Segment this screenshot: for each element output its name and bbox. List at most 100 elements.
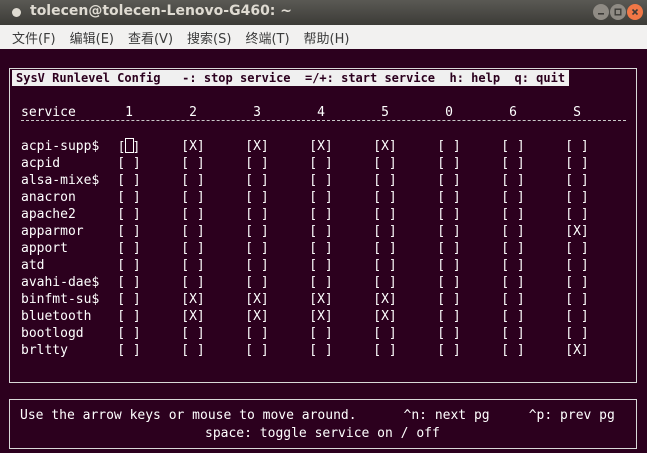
runlevel-toggle[interactable]: [ ] [373,155,397,172]
runlevel-toggle[interactable]: [ ] [437,240,461,257]
runlevel-toggle[interactable]: [ ] [181,257,205,274]
runlevel-toggle[interactable]: [ ] [245,172,269,189]
runlevel-toggle[interactable]: [ ] [501,189,525,206]
runlevel-toggle[interactable]: [ ] [437,274,461,291]
menu-help[interactable]: 帮助(H) [304,28,350,47]
runlevel-toggle[interactable]: [ ] [373,257,397,274]
runlevel-toggle[interactable]: [X] [245,291,269,308]
runlevel-toggle[interactable]: [ ] [373,189,397,206]
title-bar[interactable]: tolecen@tolecen-Lenovo-G460: ~ [0,0,647,25]
runlevel-toggle[interactable]: [ ] [181,240,205,257]
runlevel-toggle[interactable]: [ ] [245,325,269,342]
runlevel-toggle[interactable]: [ ] [501,240,525,257]
menu-view[interactable]: 查看(V) [128,28,173,47]
runlevel-toggle[interactable]: [ ] [117,325,141,342]
menu-edit[interactable]: 编辑(E) [70,28,114,47]
service-name[interactable]: anacron [21,189,76,206]
runlevel-toggle[interactable]: [ ] [117,172,141,189]
runlevel-toggle[interactable]: [ ] [437,291,461,308]
runlevel-toggle[interactable]: [ ] [501,155,525,172]
service-name[interactable]: avahi-dae$ [21,274,99,291]
runlevel-toggle[interactable]: [X] [245,308,269,325]
runlevel-toggle[interactable]: [ ] [309,257,333,274]
runlevel-toggle[interactable]: [ ] [245,206,269,223]
service-name[interactable]: apport [21,240,68,257]
service-name[interactable]: alsa-mixe$ [21,172,99,189]
runlevel-toggle[interactable]: [ ] [565,257,589,274]
runlevel-toggle[interactable]: [ ] [501,308,525,325]
close-button[interactable] [627,4,643,20]
runlevel-toggle[interactable]: [X] [373,138,397,155]
service-name[interactable]: brltty [21,342,68,359]
runlevel-toggle[interactable]: [ ] [117,274,141,291]
runlevel-toggle[interactable]: [ ] [309,172,333,189]
terminal-area[interactable]: SysV Runlevel Config -: stop service =/+… [0,49,647,453]
runlevel-toggle[interactable]: [ ] [117,206,141,223]
runlevel-toggle[interactable]: [ ] [181,206,205,223]
runlevel-toggle[interactable]: [ ] [181,223,205,240]
runlevel-toggle[interactable]: [ ] [437,172,461,189]
runlevel-toggle[interactable]: [ ] [181,189,205,206]
runlevel-toggle[interactable]: [ ] [373,325,397,342]
runlevel-toggle[interactable]: [ ] [245,257,269,274]
service-name[interactable]: acpid [21,155,60,172]
runlevel-toggle[interactable]: [ ] [373,240,397,257]
runlevel-toggle[interactable]: [ ] [117,189,141,206]
menu-search[interactable]: 搜索(S) [187,28,231,47]
runlevel-toggle[interactable]: [X] [309,138,333,155]
runlevel-toggle[interactable]: [ ] [245,155,269,172]
runlevel-toggle[interactable]: [ ] [373,342,397,359]
runlevel-toggle[interactable]: [ ] [565,155,589,172]
runlevel-toggle[interactable]: [X] [309,308,333,325]
runlevel-toggle[interactable]: [ ] [309,206,333,223]
runlevel-toggle[interactable]: [X] [181,138,205,155]
maximize-button[interactable] [610,4,626,20]
runlevel-toggle[interactable]: [ ] [373,206,397,223]
runlevel-toggle[interactable]: [ ] [501,325,525,342]
runlevel-toggle[interactable]: [ ] [437,206,461,223]
runlevel-toggle[interactable]: [ ] [245,274,269,291]
runlevel-toggle[interactable]: [ ] [501,291,525,308]
runlevel-toggle[interactable]: [ ] [309,155,333,172]
runlevel-toggle[interactable]: [X] [309,291,333,308]
runlevel-toggle[interactable]: [ ] [565,240,589,257]
runlevel-toggle[interactable]: [ ] [437,155,461,172]
runlevel-toggle[interactable]: [ ] [181,274,205,291]
runlevel-toggle[interactable]: [ ] [117,223,141,240]
runlevel-toggle[interactable]: [ ] [501,274,525,291]
service-name[interactable]: binfmt-su$ [21,291,99,308]
runlevel-toggle[interactable]: [ ] [437,257,461,274]
runlevel-toggle[interactable]: [ ] [245,342,269,359]
runlevel-toggle[interactable]: [ ] [565,172,589,189]
runlevel-toggle[interactable]: [ ] [437,189,461,206]
service-name[interactable]: apache2 [21,206,76,223]
runlevel-toggle[interactable]: [ ] [437,342,461,359]
runlevel-toggle[interactable]: [X] [181,291,205,308]
runlevel-toggle[interactable]: [ ] [309,240,333,257]
runlevel-toggle[interactable]: [ ] [437,223,461,240]
runlevel-toggle[interactable]: [ ] [501,138,525,155]
runlevel-toggle[interactable]: [ ] [373,172,397,189]
runlevel-toggle[interactable]: [ ] [373,274,397,291]
service-name[interactable]: acpi-supp$ [21,138,99,155]
runlevel-toggle[interactable]: [ ] [245,223,269,240]
runlevel-toggle[interactable]: [ ] [181,155,205,172]
runlevel-toggle[interactable]: [X] [565,342,589,359]
service-name[interactable]: bootlogd [21,325,84,342]
runlevel-toggle[interactable]: [X] [373,308,397,325]
runlevel-toggle[interactable]: [ ] [309,342,333,359]
runlevel-toggle[interactable]: [ ] [117,155,141,172]
runlevel-toggle[interactable]: [ ] [501,257,525,274]
runlevel-toggle[interactable]: [ ] [373,223,397,240]
service-name[interactable]: apparmor [21,223,84,240]
runlevel-toggle[interactable]: [ ] [501,342,525,359]
runlevel-toggle[interactable]: [ ] [501,206,525,223]
runlevel-toggle[interactable]: [ ] [565,291,589,308]
runlevel-toggle[interactable]: [ ] [565,308,589,325]
runlevel-toggle[interactable]: [ ] [565,138,589,155]
runlevel-toggle[interactable]: [ ] [501,172,525,189]
service-name[interactable]: bluetooth [21,308,91,325]
runlevel-toggle[interactable]: [ ] [565,325,589,342]
runlevel-toggle[interactable]: [X] [245,138,269,155]
runlevel-toggle[interactable]: [ ] [437,138,461,155]
